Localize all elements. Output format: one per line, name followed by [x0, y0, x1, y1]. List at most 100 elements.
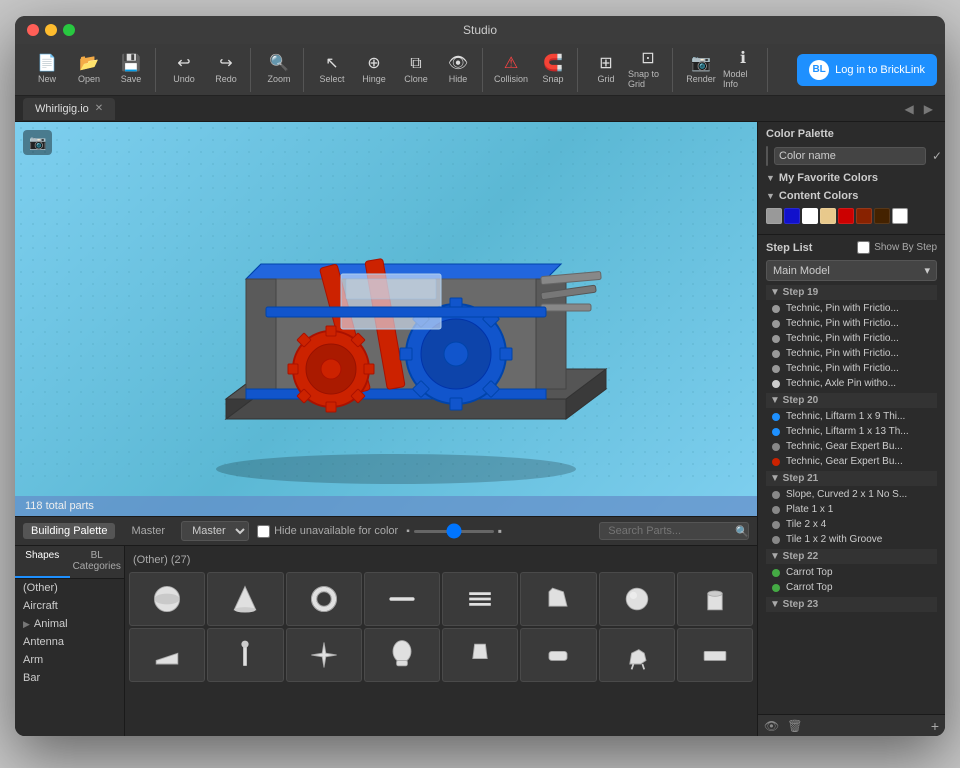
step-item[interactable]: Plate 1 x 1	[766, 502, 937, 517]
part-wedge[interactable]	[129, 628, 205, 682]
step-item[interactable]: Technic, Gear Expert Bu...	[766, 439, 937, 454]
close-button[interactable]	[27, 24, 39, 36]
render-button[interactable]: 📷 Render	[681, 48, 721, 92]
undo-button[interactable]: ↩ Undo	[164, 48, 204, 92]
color-swatch[interactable]	[766, 146, 768, 166]
bricklink-label: Log in to BrickLink	[835, 64, 925, 76]
snap-button[interactable]: 🧲 Snap	[533, 48, 573, 92]
swatch-darkred[interactable]	[856, 208, 872, 224]
step-dot-icon	[772, 458, 780, 466]
new-button[interactable]: 📄 New	[27, 48, 67, 92]
swatch-white2[interactable]	[892, 208, 908, 224]
grid-button[interactable]: ⊞ Grid	[586, 48, 626, 92]
tab-close-icon[interactable]: ✕	[95, 103, 103, 114]
step-item[interactable]: Technic, Liftarm 1 x 9 Thi...	[766, 409, 937, 424]
bricklink-button[interactable]: BL Log in to BrickLink	[797, 54, 937, 86]
parts-count: 118 total parts	[25, 500, 94, 512]
step-item-text: Tile 1 x 2 with Groove	[786, 534, 882, 545]
search-input[interactable]	[599, 522, 749, 540]
step-dot-icon	[772, 335, 780, 343]
part-pin[interactable]	[207, 628, 283, 682]
snap-to-grid-button[interactable]: ⊡ Snap to Grid	[628, 48, 668, 92]
nav-left-icon[interactable]: ◀	[901, 102, 918, 116]
master-dropdown[interactable]: Master	[181, 521, 249, 541]
part-axle[interactable]	[286, 628, 362, 682]
step-item-carrot-1[interactable]: Carrot Top	[766, 565, 937, 580]
part-cone[interactable]	[207, 572, 283, 626]
select-button[interactable]: ↖ Select	[312, 48, 352, 92]
size-slider[interactable]	[414, 530, 494, 533]
zoom-button[interactable]: 🔍 Zoom	[259, 48, 299, 92]
cat-other[interactable]: (Other)	[15, 579, 124, 597]
add-step-button[interactable]: +	[931, 718, 939, 734]
save-button[interactable]: 💾 Save	[111, 48, 151, 92]
swatch-tan[interactable]	[820, 208, 836, 224]
part-head[interactable]	[364, 628, 440, 682]
part-bracket[interactable]	[520, 572, 596, 626]
step-item[interactable]: Technic, Gear Expert Bu...	[766, 454, 937, 469]
step-item[interactable]: Tile 2 x 4	[766, 517, 937, 532]
swatch-red[interactable]	[838, 208, 854, 224]
hide-button[interactable]: 👁 Hide	[438, 48, 478, 92]
title-bar: Studio	[15, 16, 945, 44]
step-dot-icon	[772, 491, 780, 499]
step-item[interactable]: Technic, Pin with Frictio...	[766, 331, 937, 346]
cat-animal[interactable]: ▶ Animal	[15, 615, 124, 633]
swatch-white[interactable]	[802, 208, 818, 224]
tab-building-palette[interactable]: Building Palette	[23, 523, 115, 539]
step-item[interactable]: Slope, Curved 2 x 1 No S...	[766, 487, 937, 502]
swatch-blue[interactable]	[784, 208, 800, 224]
show-by-step-checkbox[interactable]	[857, 241, 870, 254]
cat-antenna[interactable]: Antenna	[15, 633, 124, 651]
hide-unavailable-checkbox[interactable]	[257, 525, 270, 538]
redo-button[interactable]: ↪ Redo	[206, 48, 246, 92]
toolbar: 📄 New 📂 Open 💾 Save ↩ Undo ↪ Redo	[15, 44, 945, 96]
part-connector[interactable]	[442, 572, 518, 626]
model-dropdown[interactable]: Main Model ▾	[766, 260, 937, 281]
part-torso[interactable]	[442, 628, 518, 682]
step-item[interactable]: Technic, Pin with Frictio...	[766, 361, 937, 376]
step-item-text: Slope, Curved 2 x 1 No S...	[786, 489, 907, 500]
part-sphere[interactable]	[129, 572, 205, 626]
step-item[interactable]: Technic, Pin with Frictio...	[766, 301, 937, 316]
nav-right-icon[interactable]: ▶	[920, 102, 937, 116]
swatch-gray[interactable]	[766, 208, 782, 224]
part-flat[interactable]	[677, 628, 753, 682]
tab-shapes[interactable]: Shapes	[15, 546, 70, 578]
part-horse[interactable]	[599, 628, 675, 682]
step-item-carrot-2[interactable]: Carrot Top	[766, 580, 937, 595]
color-name-input[interactable]	[774, 147, 926, 165]
viewport[interactable]: 📷	[15, 122, 757, 516]
camera-icon[interactable]: 📷	[23, 130, 52, 155]
tab-whirligig[interactable]: Whirligig.io ✕	[23, 98, 115, 120]
open-button[interactable]: 📂 Open	[69, 48, 109, 92]
hinge-button[interactable]: ⊕ Hinge	[354, 48, 394, 92]
part-sphere2[interactable]	[599, 572, 675, 626]
clone-label: Clone	[404, 74, 428, 84]
trash-icon[interactable]: 🗑	[787, 719, 802, 733]
tab-master[interactable]: Master	[123, 523, 173, 539]
maximize-button[interactable]	[63, 24, 75, 36]
step-item[interactable]: Technic, Pin with Frictio...	[766, 316, 937, 331]
cat-arm[interactable]: Arm	[15, 651, 124, 669]
minimize-button[interactable]	[45, 24, 57, 36]
cat-bar[interactable]: Bar	[15, 669, 124, 687]
model-info-button[interactable]: ℹ Model Info	[723, 48, 763, 92]
color-check-icon[interactable]: ✓	[932, 149, 942, 163]
part-rod[interactable]	[364, 572, 440, 626]
step-item[interactable]: Technic, Pin with Frictio...	[766, 346, 937, 361]
part-cylinder[interactable]	[677, 572, 753, 626]
tab-bl-categories[interactable]: BL Categories	[70, 546, 125, 578]
fav-arrow-icon: ▼	[766, 173, 775, 183]
cat-aircraft[interactable]: Aircraft	[15, 597, 124, 615]
part-donut[interactable]	[286, 572, 362, 626]
step-item[interactable]: Tile 1 x 2 with Groove	[766, 532, 937, 547]
bottom-bar-icons: 👁 🗑	[764, 719, 802, 733]
eye-icon[interactable]: 👁	[764, 719, 779, 733]
swatch-brown[interactable]	[874, 208, 890, 224]
step-item[interactable]: Technic, Liftarm 1 x 13 Th...	[766, 424, 937, 439]
step-item[interactable]: Technic, Axle Pin witho...	[766, 376, 937, 391]
collision-button[interactable]: ⚠ Collision	[491, 48, 531, 92]
part-arm2[interactable]	[520, 628, 596, 682]
clone-button[interactable]: ⧉ Clone	[396, 48, 436, 92]
